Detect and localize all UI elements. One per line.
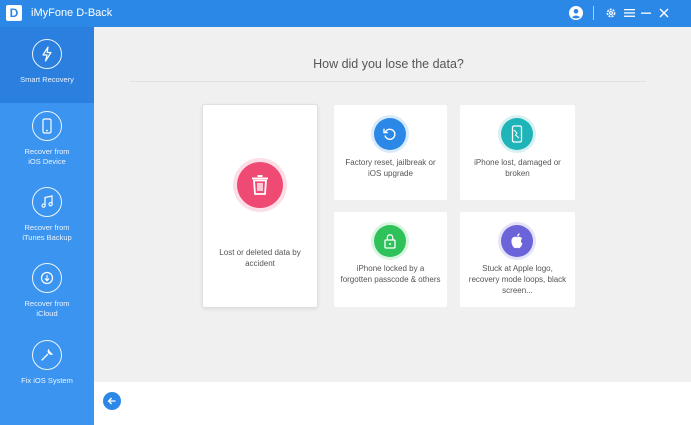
heading-divider xyxy=(130,81,646,82)
trash-icon xyxy=(237,162,283,208)
sidebar-item-icloud[interactable]: Recover from iCloud xyxy=(0,263,94,329)
title-bar: D iMyFone D-Back xyxy=(0,0,691,27)
minimize-icon[interactable] xyxy=(637,4,655,22)
card-locked[interactable]: iPhone locked by a forgotten passcode & … xyxy=(334,212,447,307)
page-title: How did you lose the data? xyxy=(313,57,464,71)
card-label: Factory reset, jailbreak or iOS upgrade xyxy=(345,158,436,178)
back-button[interactable] xyxy=(103,392,121,410)
sidebar: Smart Recovery Recover from iOS Device R… xyxy=(0,27,94,425)
sidebar-item-label: Recover from iOS Device xyxy=(24,147,70,166)
sidebar-item-itunes-backup[interactable]: Recover from iTunes Backup xyxy=(0,187,94,253)
sidebar-item-label: Recover from iTunes Backup xyxy=(22,223,72,242)
app-title: iMyFone D-Back xyxy=(31,7,113,19)
main-panel: How did you lose the data? Lost or delet… xyxy=(94,27,691,382)
lightning-icon xyxy=(32,39,62,69)
broken-phone-icon xyxy=(501,118,533,150)
user-icon[interactable] xyxy=(567,4,585,22)
card-label: iPhone locked by a forgotten passcode & … xyxy=(340,264,441,284)
title-bar-separator xyxy=(593,6,594,20)
card-stuck-system[interactable]: Stuck at Apple logo, recovery mode loops… xyxy=(460,212,575,307)
sidebar-item-fix-ios[interactable]: Fix iOS System xyxy=(0,340,94,400)
cloud-download-icon xyxy=(32,263,62,293)
card-factory-reset[interactable]: Factory reset, jailbreak or iOS upgrade xyxy=(334,105,447,200)
sidebar-item-smart-recovery[interactable]: Smart Recovery xyxy=(0,27,94,103)
card-label: Lost or deleted data by accident xyxy=(219,248,301,268)
wrench-icon xyxy=(32,340,62,370)
sidebar-item-label: Recover from iCloud xyxy=(24,299,70,318)
reset-icon xyxy=(374,118,406,150)
music-note-icon xyxy=(32,187,62,217)
gear-icon[interactable] xyxy=(602,4,620,22)
footer-bar xyxy=(94,382,691,425)
card-lost-damaged[interactable]: iPhone lost, damaged or broken xyxy=(460,105,575,200)
lock-icon xyxy=(374,225,406,257)
menu-icon[interactable] xyxy=(620,4,638,22)
sidebar-item-label: Fix iOS System xyxy=(21,376,73,385)
apple-icon xyxy=(501,225,533,257)
app-logo: D xyxy=(6,5,22,21)
close-icon[interactable] xyxy=(655,4,673,22)
card-label: Stuck at Apple logo, recovery mode loops… xyxy=(468,264,567,295)
card-lost-deleted[interactable]: Lost or deleted data by accident xyxy=(203,105,317,307)
card-label: iPhone lost, damaged or broken xyxy=(474,158,561,178)
sidebar-item-ios-device[interactable]: Recover from iOS Device xyxy=(0,111,94,177)
back-arrow-icon xyxy=(107,397,116,405)
phone-icon xyxy=(32,111,62,141)
sidebar-item-label: Smart Recovery xyxy=(20,75,74,84)
